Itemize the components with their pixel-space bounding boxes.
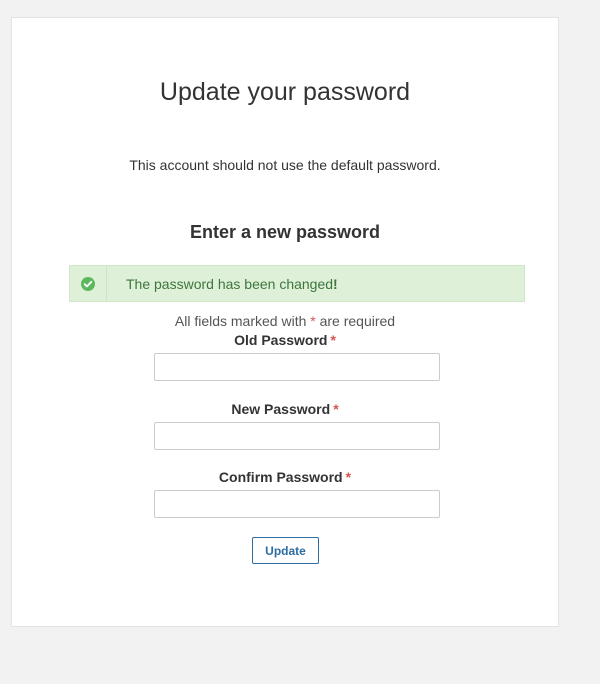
update-password-card: Update your password This account should… [11,17,559,627]
required-fields-note: All fields marked with * are required [12,313,558,329]
required-note-suffix: are required [315,313,396,329]
alert-message-text: The password has been changed [126,275,334,292]
alert-message: The password has been changed! [107,276,338,292]
section-heading: Enter a new password [189,222,381,242]
confirm-password-input[interactable] [154,490,440,518]
success-alert: The password has been changed! [69,265,525,302]
new-password-label-text: New Password [231,401,331,417]
new-password-input[interactable] [154,422,440,450]
new-password-label: New Password * [12,401,558,417]
update-button[interactable]: Update [252,537,319,564]
alert-icon-cell [70,266,107,301]
old-password-label-text: Old Password [234,332,328,348]
alert-message-exclamation: ! [333,275,338,292]
confirm-password-label-text: Confirm Password [218,469,343,485]
old-password-required-marker: * [330,332,336,348]
confirm-password-label: Confirm Password * [12,469,558,485]
old-password-input[interactable] [154,353,440,381]
required-note-prefix: All fields marked with [174,313,311,329]
old-password-label: Old Password * [12,332,558,348]
check-circle-icon [81,276,95,291]
page-subtitle: This account should not use the default … [129,157,441,173]
confirm-password-required-marker: * [345,469,352,485]
page-title: Update your password [159,78,411,106]
new-password-required-marker: * [333,401,339,417]
